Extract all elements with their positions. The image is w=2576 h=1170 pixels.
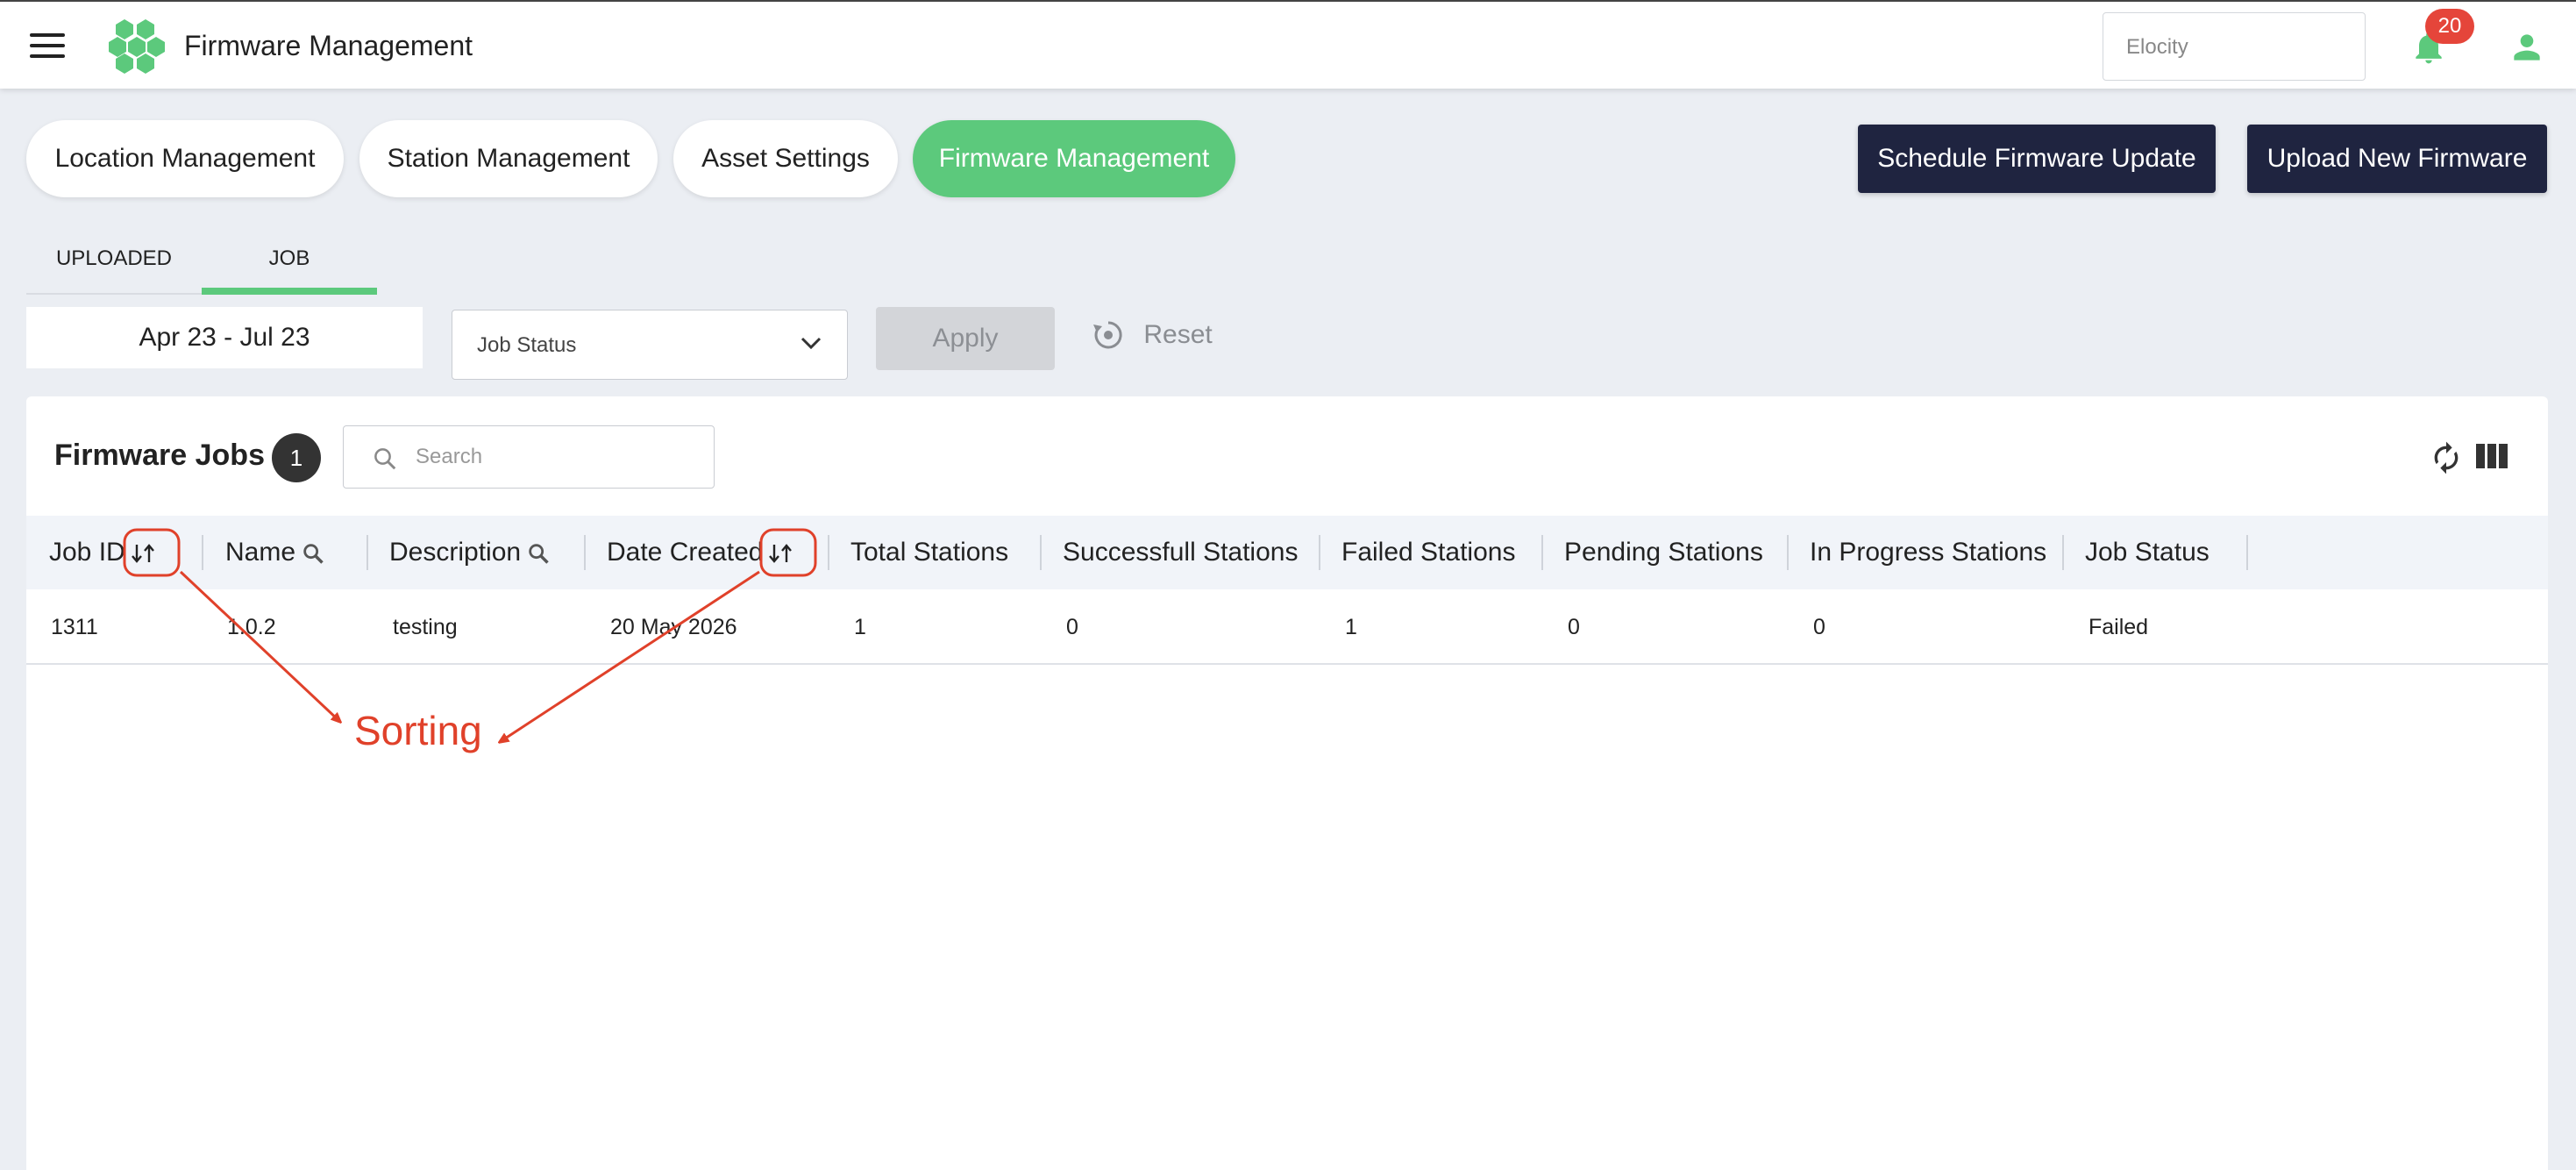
search-icon (374, 448, 396, 470)
refresh-icon[interactable] (2429, 439, 2464, 477)
columns-icon[interactable] (2476, 442, 2508, 470)
column-header-total-stations[interactable]: Total Stations (850, 516, 1008, 589)
cell-in-progress-stations: 0 (1813, 615, 1825, 639)
column-header-description[interactable]: Description (389, 516, 551, 589)
column-header-job-status[interactable]: Job Status (2085, 516, 2210, 589)
sort-icon[interactable] (131, 541, 157, 566)
user-icon[interactable] (2508, 28, 2546, 67)
column-header-job-id[interactable]: Job ID (49, 516, 157, 589)
column-separator (1319, 535, 1320, 570)
sub-tabs: UPLOADED JOB (26, 237, 377, 295)
annotation-label: Sorting (354, 708, 482, 753)
cell-job-id: 1311 (51, 615, 98, 639)
date-range-picker[interactable]: Apr 23 - Jul 23 (26, 307, 423, 368)
schedule-firmware-update-button[interactable]: Schedule Firmware Update (1858, 125, 2216, 193)
column-header-name[interactable]: Name (225, 516, 325, 589)
notification-badge: 20 (2425, 9, 2474, 44)
apply-button[interactable]: Apply (876, 307, 1055, 370)
pill-firmware-management[interactable]: Firmware Management (913, 120, 1235, 197)
job-count-badge: 1 (272, 433, 321, 482)
pill-location-management[interactable]: Location Management (26, 120, 344, 197)
pill-asset-settings[interactable]: Asset Settings (673, 120, 898, 197)
reset-icon (1093, 321, 1122, 349)
table-row[interactable]: 1311 1.0.2 testing 20 May 2026 1 0 1 0 0… (26, 589, 2548, 665)
column-separator (1040, 535, 1042, 570)
cell-total-stations: 1 (854, 615, 866, 639)
column-separator (2062, 535, 2064, 570)
column-separator (828, 535, 829, 570)
logo-icon (109, 19, 165, 74)
page-title: Firmware Management (184, 30, 473, 61)
column-header-in-progress-stations[interactable]: In Progress Stations (1810, 516, 2046, 589)
search-icon[interactable] (526, 541, 551, 566)
sort-icon[interactable] (768, 541, 794, 566)
top-app-bar: Firmware Management Elocity 20 (0, 0, 2576, 89)
chevron-down-icon (801, 337, 822, 350)
cell-successfull-stations: 0 (1066, 615, 1078, 639)
firmware-jobs-card: Firmware Jobs 1 Job ID Name (26, 396, 2548, 1170)
reset-button[interactable]: Reset (1091, 317, 1213, 361)
column-header-pending-stations[interactable]: Pending Stations (1564, 516, 1763, 589)
cell-description: testing (393, 615, 458, 639)
column-header-failed-stations[interactable]: Failed Stations (1341, 516, 1515, 589)
table-header: Job ID Name Description Date Created Tot… (26, 516, 2548, 589)
column-header-successfull-stations[interactable]: Successfull Stations (1063, 516, 1298, 589)
upload-new-firmware-button[interactable]: Upload New Firmware (2247, 125, 2547, 193)
tab-uploaded[interactable]: UPLOADED (26, 237, 202, 295)
cell-name: 1.0.2 (227, 615, 276, 639)
cell-date-created: 20 May 2026 (610, 615, 737, 639)
column-separator (2246, 535, 2248, 570)
job-status-select[interactable]: Job Status (452, 310, 848, 380)
cell-job-status: Failed (2089, 615, 2149, 639)
column-separator (1541, 535, 1543, 570)
column-header-date-created[interactable]: Date Created (607, 516, 794, 589)
search-box[interactable] (343, 425, 715, 489)
reset-label: Reset (1143, 320, 1213, 349)
tenant-select[interactable]: Elocity (2103, 12, 2366, 81)
column-separator (202, 535, 203, 570)
job-status-placeholder: Job Status (477, 333, 577, 357)
menu-icon[interactable] (30, 33, 65, 60)
search-icon[interactable] (301, 541, 325, 566)
cell-pending-stations: 0 (1568, 615, 1580, 639)
card-title: Firmware Jobs (54, 439, 265, 472)
column-separator (584, 535, 586, 570)
search-input[interactable] (416, 439, 696, 475)
cell-failed-stations: 1 (1345, 615, 1357, 639)
column-separator (1787, 535, 1789, 570)
tab-job[interactable]: JOB (202, 237, 377, 295)
column-separator (366, 535, 368, 570)
pill-station-management[interactable]: Station Management (359, 120, 658, 197)
